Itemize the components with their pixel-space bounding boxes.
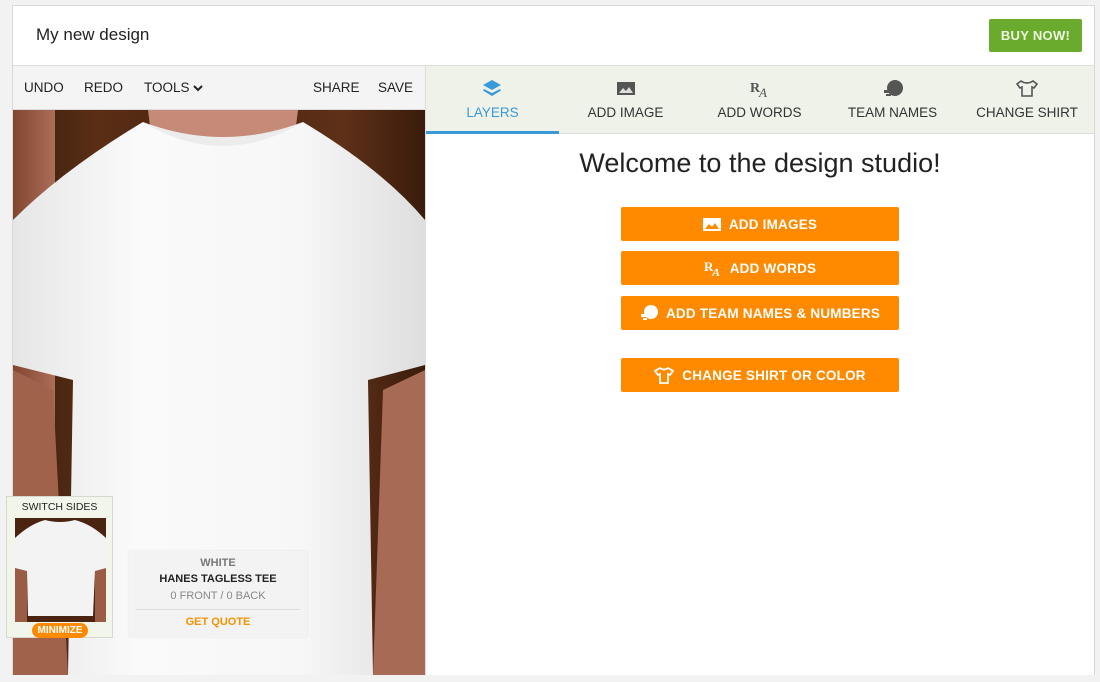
shirt-back-thumbnail[interactable] xyxy=(15,518,106,622)
save-button[interactable]: SAVE xyxy=(378,80,413,95)
button-label: CHANGE SHIRT OR COLOR xyxy=(682,367,866,383)
tab-label: ADD IMAGE xyxy=(587,105,664,120)
image-icon xyxy=(617,82,635,95)
svg-text:A: A xyxy=(758,85,767,99)
svg-text:A: A xyxy=(711,265,720,277)
layers-icon xyxy=(483,80,501,96)
tab-add-image[interactable]: ADD IMAGE xyxy=(559,66,692,134)
tab-label: ADD WORDS xyxy=(717,105,802,120)
redo-button[interactable]: REDO xyxy=(84,80,123,95)
get-quote-link[interactable]: GET QUOTE xyxy=(129,616,307,628)
welcome-heading: Welcome to the design studio! xyxy=(579,148,941,178)
tools-label: TOOLS xyxy=(144,80,190,95)
toolbar: UNDO REDO TOOLS SHARE SAVE xyxy=(13,66,425,110)
shirt-icon xyxy=(654,366,675,384)
switch-sides-panel[interactable]: SWITCH SIDES MINIMIZE xyxy=(6,496,113,638)
top-bar: My new design BUY NOW! xyxy=(13,6,1094,66)
text-icon: RA xyxy=(750,81,767,99)
button-label: ADD WORDS xyxy=(729,260,817,276)
button-label: ADD TEAM NAMES & NUMBERS xyxy=(665,305,881,321)
layers-panel: Welcome to the design studio! ADD IMAGES… xyxy=(425,134,1094,675)
tab-add-words[interactable]: RA ADD WORDS xyxy=(693,66,826,134)
change-shirt-button[interactable]: CHANGE SHIRT OR COLOR xyxy=(621,358,899,392)
tab-label: CHANGE SHIRT xyxy=(976,105,1078,120)
add-team-names-button[interactable]: ADD TEAM NAMES & NUMBERS xyxy=(621,296,899,330)
tab-label: TEAM NAMES xyxy=(847,105,938,120)
tab-change-shirt[interactable]: CHANGE SHIRT xyxy=(959,66,1095,134)
shirt-back-image xyxy=(15,520,106,622)
add-images-button[interactable]: ADD IMAGES xyxy=(621,207,899,241)
divider xyxy=(136,609,300,610)
chevron-down-icon xyxy=(193,85,204,92)
tab-team-names[interactable]: TEAM NAMES xyxy=(826,66,959,134)
switch-sides-label: SWITCH SIDES xyxy=(21,501,98,513)
product-name: HANES TAGLESS TEE xyxy=(159,573,277,585)
shirt-icon xyxy=(1015,80,1039,97)
shirt-color: WHITE xyxy=(200,557,236,569)
helmet-icon xyxy=(884,80,903,96)
tab-layers[interactable]: LAYERS xyxy=(426,66,559,134)
button-label: ADD IMAGES xyxy=(728,216,818,232)
tab-bar: LAYERS ADD IMAGE RA ADD WORDS TEAM NAMES… xyxy=(425,66,1094,134)
text-icon: RA xyxy=(704,259,720,277)
design-summary: 0 FRONT / 0 BACK xyxy=(170,590,266,602)
image-icon xyxy=(702,217,721,231)
tools-menu[interactable]: TOOLS xyxy=(144,80,204,95)
share-button[interactable]: SHARE xyxy=(313,80,360,95)
add-words-button[interactable]: RA ADD WORDS xyxy=(621,251,899,285)
product-info-card: WHITE HANES TAGLESS TEE 0 FRONT / 0 BACK… xyxy=(129,551,307,637)
design-title[interactable]: My new design xyxy=(36,25,149,45)
helmet-icon xyxy=(640,305,658,320)
tab-label: LAYERS xyxy=(466,105,519,120)
minimize-button[interactable]: MINIMIZE xyxy=(32,623,88,638)
buy-now-button[interactable]: BUY NOW! xyxy=(989,19,1082,52)
undo-button[interactable]: UNDO xyxy=(24,80,64,95)
